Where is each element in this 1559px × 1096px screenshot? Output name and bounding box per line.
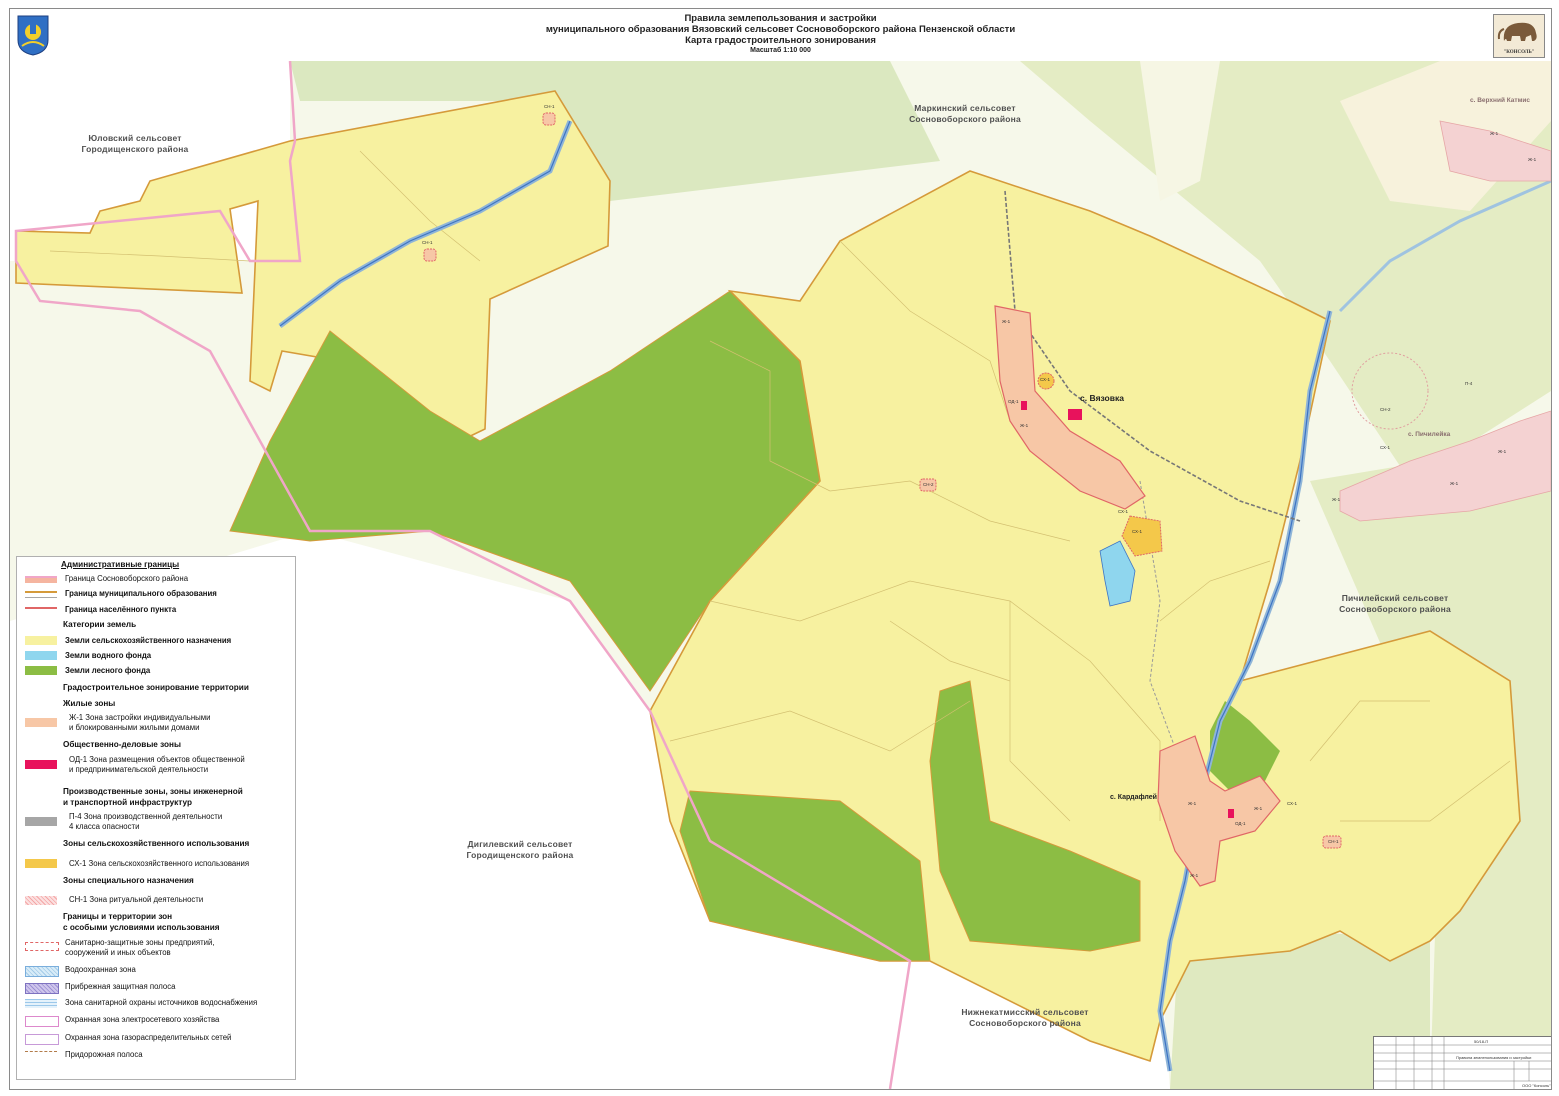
legend-zh1-1: Ж-1 Зона застройки индивидуальными xyxy=(69,713,211,722)
legend-forest: Земли лесного фонда xyxy=(65,666,151,675)
legend-swatch-mo xyxy=(25,591,57,598)
legend-zh1-2: и блокированными жилыми домами xyxy=(69,723,200,732)
title-line-3: Карта градостроительного зонирования xyxy=(685,35,876,46)
legend-special-header: Зоны специального назначения xyxy=(63,876,194,885)
neighbor-label-pichileysky: Пичилейский сельсовет Сосновоборского рай… xyxy=(1339,593,1451,614)
map-scale: Масштаб 1:10 000 xyxy=(750,47,811,54)
map-legend: Административные границы Граница Сосново… xyxy=(16,556,296,1080)
place-label-vyazovka: с. Вязовка xyxy=(1080,393,1124,403)
title-stamp: 50/18-П Правила землепользования и застр… xyxy=(1373,1036,1551,1089)
legend-agruse-header: Зоны сельскохозяйственного использования xyxy=(63,839,250,848)
neighbor-label-digilevsky: Дигилевский сельсовет Городищенского райо… xyxy=(466,839,574,860)
zone-label-sh1: СХ-1 xyxy=(1380,445,1390,450)
map-sheet: Правила землепользования и застройки мун… xyxy=(9,8,1552,1090)
legend-swatch-od1 xyxy=(25,760,57,769)
legend-od1-2: и предпринимательской деятельности xyxy=(69,765,209,774)
neighbor-label-markinsky: Маркинский сельсовет Сосновоборского райо… xyxy=(909,103,1021,124)
legend-agri: Земли сельскохозяйственного назначения xyxy=(65,636,232,645)
legend-swatch-gas xyxy=(25,1034,59,1045)
place-label-kardafley: с. Кардафлей xyxy=(1110,794,1157,801)
legend-swatch-szz xyxy=(25,942,59,951)
place-label-verkhny-katmis: с. Верхний Катмис xyxy=(1470,97,1531,104)
zone-label-zh1: Ж-1 xyxy=(1020,423,1029,428)
zone-label-sh1: СХ-1 xyxy=(1118,509,1128,514)
legend-road: Придорожная полоса xyxy=(65,1050,143,1059)
neighbor-label-yulovsky: Юловский сельсовет Городищенского района xyxy=(81,133,189,154)
zone-label-sn1: СН-1 xyxy=(422,240,433,245)
zone-label-zh1: Ж-1 xyxy=(1188,801,1197,806)
legend-swatch-road xyxy=(25,1051,57,1061)
elephant-icon xyxy=(1497,22,1537,41)
legend-lim-header-2: с особыми условиями использования xyxy=(63,923,220,932)
legend-swatch-zh1 xyxy=(25,718,57,727)
legend-sh1: СХ-1 Зона сельскохозяйственного использо… xyxy=(69,859,250,868)
zone-label-sn2: СН-2 xyxy=(1380,407,1391,412)
zone-label-sh1: СХ-1 xyxy=(1287,801,1297,806)
stamp-title: Правила землепользования и застройки xyxy=(1456,1055,1532,1060)
legend-szz-2: сооружений и иных объектов xyxy=(65,948,171,957)
company-logo: "КОНСОЛЬ" xyxy=(1493,14,1545,58)
zone-label-zh1: Ж-1 xyxy=(1498,449,1507,454)
legend-swatch-electro xyxy=(25,1016,59,1027)
zone-label-zh1: Ж-1 xyxy=(1528,157,1537,162)
zone-label-zh1: Ж-1 xyxy=(1254,806,1263,811)
zone-label-zh1: Ж-1 xyxy=(1332,497,1341,502)
legend-lim-header-1: Границы и территории зон xyxy=(63,912,173,921)
zone-label-sn1: СН-1 xyxy=(1328,839,1339,844)
neighbor-label-nizhnekatmissky: Нижнекатмисский сельсовет Сосновоборского… xyxy=(961,1007,1089,1028)
legend-land-header: Категории земель xyxy=(63,620,137,629)
legend-vodoohr: Водоохранная зона xyxy=(65,965,136,974)
legend-swatch-zso xyxy=(25,999,57,1008)
zone-label-sn2: СН-2 xyxy=(923,482,934,487)
legend-rayon-border: Граница Сосновоборского района xyxy=(65,574,189,583)
legend-prod-header-2: и транспортной инфраструктур xyxy=(63,798,192,807)
legend-zso: Зона санитарной охраны источников водосн… xyxy=(65,998,258,1007)
legend-prod-header-1: Производственные зоны, зоны инженерной xyxy=(63,787,243,796)
legend-swatch-p4 xyxy=(25,817,57,826)
legend-electro: Охранная зона электросетевого хозяйства xyxy=(65,1015,220,1024)
legend-swatch-water xyxy=(25,651,57,660)
legend-swatch-forest xyxy=(25,666,57,675)
zone-label-sh1: СХ-1 xyxy=(1132,529,1142,534)
zone-label-sh1: СХ-1 xyxy=(1040,377,1050,382)
zone-label-zh1: Ж-1 xyxy=(1490,131,1499,136)
legend-swatch-sn1 xyxy=(25,896,57,905)
zone-label-p4: П-4 xyxy=(1465,381,1473,386)
zone-label-zh1: Ж-1 xyxy=(1190,873,1199,878)
zone-label-od1: ОД-1 xyxy=(1235,821,1246,826)
title-line-2: муниципального образования Вязовский сел… xyxy=(545,24,1016,35)
legend-swatch-vodoohr xyxy=(25,966,59,977)
legend-swatch-rayon xyxy=(25,576,57,583)
zone-label-zh1: Ж-1 xyxy=(1450,481,1459,486)
legend-mo-border: Граница муниципального образования xyxy=(65,589,217,598)
legend-res-header: Жилые зоны xyxy=(63,699,116,708)
title-block: Правила землепользования и застройки мун… xyxy=(10,9,1551,62)
legend-admin-header: Административные границы xyxy=(61,560,180,569)
legend-p4-2: 4 класса опасности xyxy=(69,822,140,831)
legend-swatch-pribr xyxy=(25,983,59,994)
title-line-1: Правила землепользования и застройки xyxy=(684,13,877,24)
stamp-code: 50/18-П xyxy=(1474,1039,1489,1044)
zone-label-sn1: СН-1 xyxy=(544,104,555,109)
legend-pub-header: Общественно-деловые зоны xyxy=(63,740,181,749)
legend-sn1: СН-1 Зона ритуальной деятельности xyxy=(69,895,204,904)
zone-label-zh1: Ж-1 xyxy=(1002,319,1011,324)
place-label-pichileyka: с. Пичилейка xyxy=(1408,431,1451,438)
stamp-org: ООО "Консоль" xyxy=(1522,1083,1551,1088)
legend-od1-1: ОД-1 Зона размещения объектов общественн… xyxy=(69,755,245,764)
legend-swatch-np xyxy=(25,607,57,613)
zone-label-od1: ОД-1 xyxy=(1008,399,1019,404)
legend-p4-1: П-4 Зона производственной деятельности xyxy=(69,812,223,821)
logo-text: "КОНСОЛЬ" xyxy=(1503,50,1535,55)
legend-water: Земли водного фонда xyxy=(65,651,152,660)
legend-zoning-header: Градостроительное зонирование территории xyxy=(63,683,249,692)
legend-swatch-agri xyxy=(25,636,57,645)
coat-of-arms-icon xyxy=(17,15,49,56)
legend-szz-1: Санитарно-защитные зоны предприятий, xyxy=(65,938,215,947)
legend-gas: Охранная зона газораспределительных сете… xyxy=(65,1033,232,1042)
legend-pribr: Прибрежная защитная полоса xyxy=(65,982,176,991)
legend-swatch-sh1 xyxy=(25,859,57,868)
od1-block-vyazovka xyxy=(1068,409,1082,420)
legend-np-border: Граница населённого пункта xyxy=(65,605,177,614)
